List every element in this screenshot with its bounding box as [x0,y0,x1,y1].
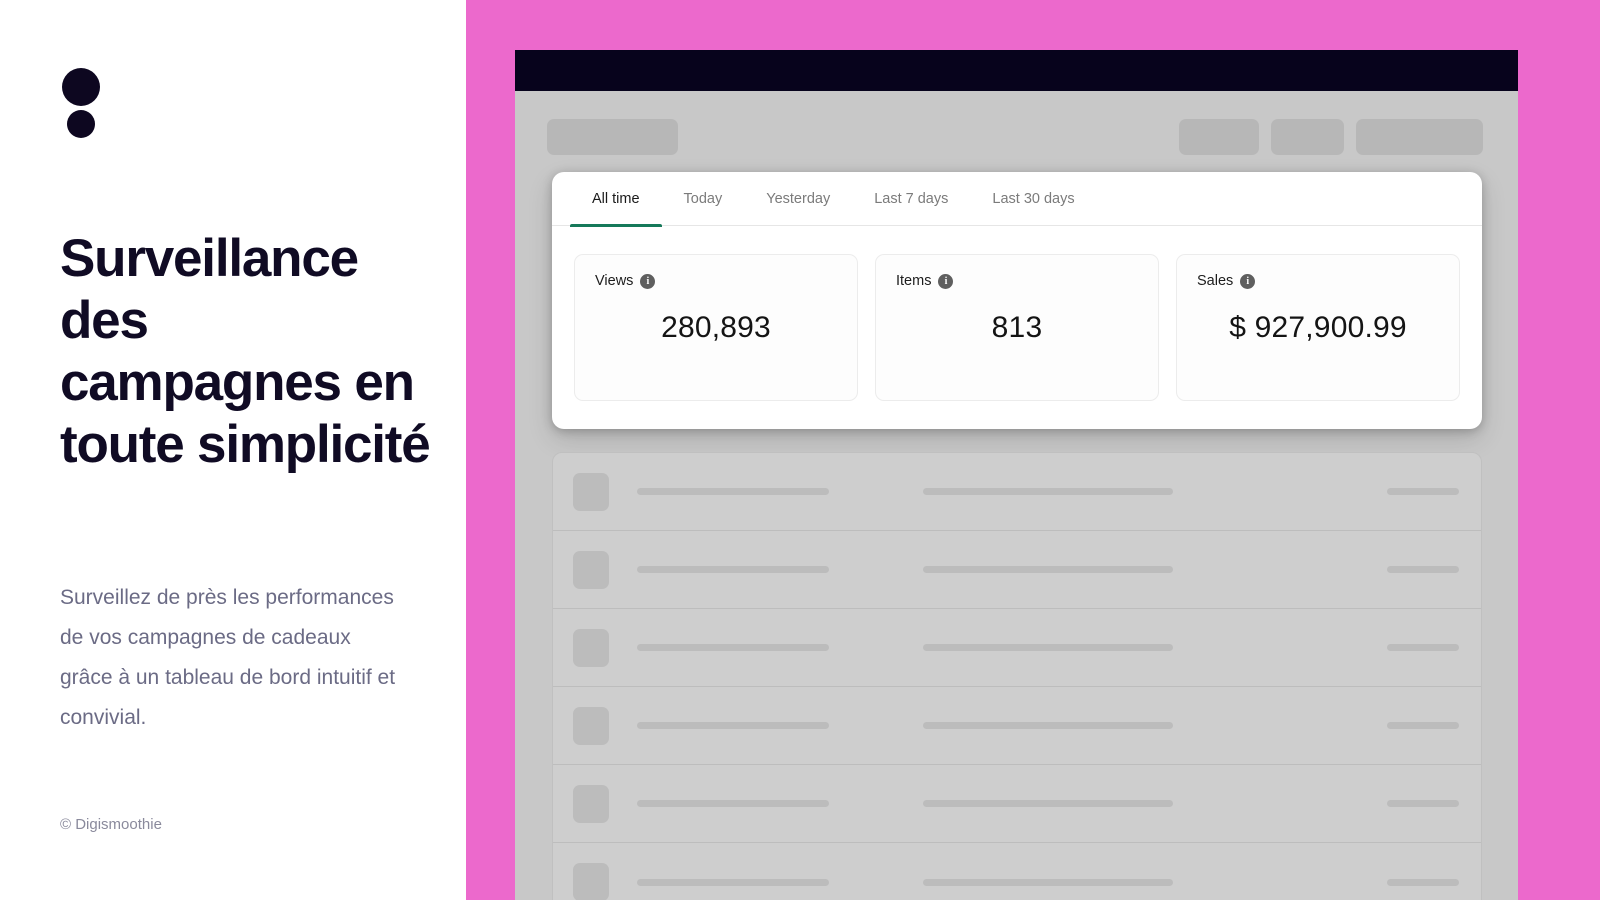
logo-dot-small [67,110,95,138]
tab-today[interactable]: Today [662,172,745,226]
table-row[interactable] [553,531,1481,609]
skeleton-thumbnail [573,472,609,511]
stat-value-items: 813 [991,311,1043,344]
skeleton-line-trailing [1387,878,1459,886]
table-row[interactable] [553,843,1481,900]
stat-value-views: 280,893 [661,311,771,344]
skeleton-line-primary [637,878,829,886]
stat-header-views: Views i [595,273,837,289]
stat-card-sales: Sales i $ 927,900.99 [1176,254,1460,401]
skeleton-line-primary [637,800,829,807]
stat-label-views: Views [595,273,634,289]
info-icon[interactable]: i [640,273,656,289]
page-title: Surveillance des campagnes en toute simp… [60,229,431,474]
skeleton-line-secondary [923,644,1173,651]
stat-label-sales: Sales [1197,273,1234,289]
tab-last-7-days[interactable]: Last 7 days [852,172,970,226]
skeleton-line-secondary [923,488,1173,495]
skeleton-line-secondary [923,722,1173,729]
skeleton-page-title [547,119,678,155]
pink-stage: All time Today Yesterday Last 7 days Las… [466,0,1600,900]
info-icon[interactable]: i [1240,273,1256,289]
skeleton-line-primary [637,722,829,729]
page-subcopy: Surveillez de près les performances de v… [60,586,396,729]
skeleton-line-secondary [923,878,1173,886]
tab-last-30-days[interactable]: Last 30 days [970,172,1096,226]
stat-card-views: Views i 280,893 [574,254,858,401]
table-row[interactable] [553,453,1481,531]
skeleton-line-primary [637,566,829,573]
skeleton-list [552,452,1482,900]
skeleton-line-secondary [923,800,1173,807]
skeleton-line-trailing [1387,488,1459,495]
stat-value-sales: $ 927,900.99 [1229,311,1407,344]
dashboard-mockup: All time Today Yesterday Last 7 days Las… [515,50,1518,900]
skeleton-action-button-3[interactable] [1356,119,1483,155]
logo-dot-large [62,68,100,106]
skeleton-thumbnail [573,863,609,900]
date-range-tabs: All time Today Yesterday Last 7 days Las… [552,172,1482,227]
stat-card-items: Items i 813 [875,254,1159,401]
tab-yesterday[interactable]: Yesterday [744,172,852,226]
skeleton-action-button-2[interactable] [1271,119,1344,155]
skeleton-thumbnail [573,628,609,667]
marketing-panel: Surveillance des campagnes en toute simp… [0,0,466,900]
table-row[interactable] [553,609,1481,687]
skeleton-line-secondary [923,566,1173,573]
header-actions [1179,119,1483,155]
stat-header-sales: Sales i [1197,273,1439,289]
skeleton-thumbnail [573,550,609,589]
app-topbar [515,50,1518,91]
two-dots-logo-icon [62,68,106,146]
stats-card: All time Today Yesterday Last 7 days Las… [552,172,1482,429]
skeleton-action-button-1[interactable] [1179,119,1259,155]
table-row[interactable] [553,687,1481,765]
info-icon[interactable]: i [938,273,954,289]
skeleton-line-trailing [1387,566,1459,573]
skeleton-thumbnail [573,784,609,823]
stat-label-items: Items [896,273,932,289]
skeleton-line-trailing [1387,644,1459,651]
skeleton-thumbnail [573,706,609,745]
stat-grid: Views i 280,893 Items i 813 Sales i $ 92… [552,226,1482,429]
skeleton-line-primary [637,488,829,495]
landing-page: Surveillance des campagnes en toute simp… [0,0,1600,900]
table-row[interactable] [553,765,1481,843]
skeleton-line-trailing [1387,800,1459,807]
skeleton-line-primary [637,644,829,651]
copyright-text: © Digismoothie [60,816,162,833]
skeleton-line-trailing [1387,722,1459,729]
stat-header-items: Items i [896,273,1138,289]
tab-all-time[interactable]: All time [570,172,662,227]
